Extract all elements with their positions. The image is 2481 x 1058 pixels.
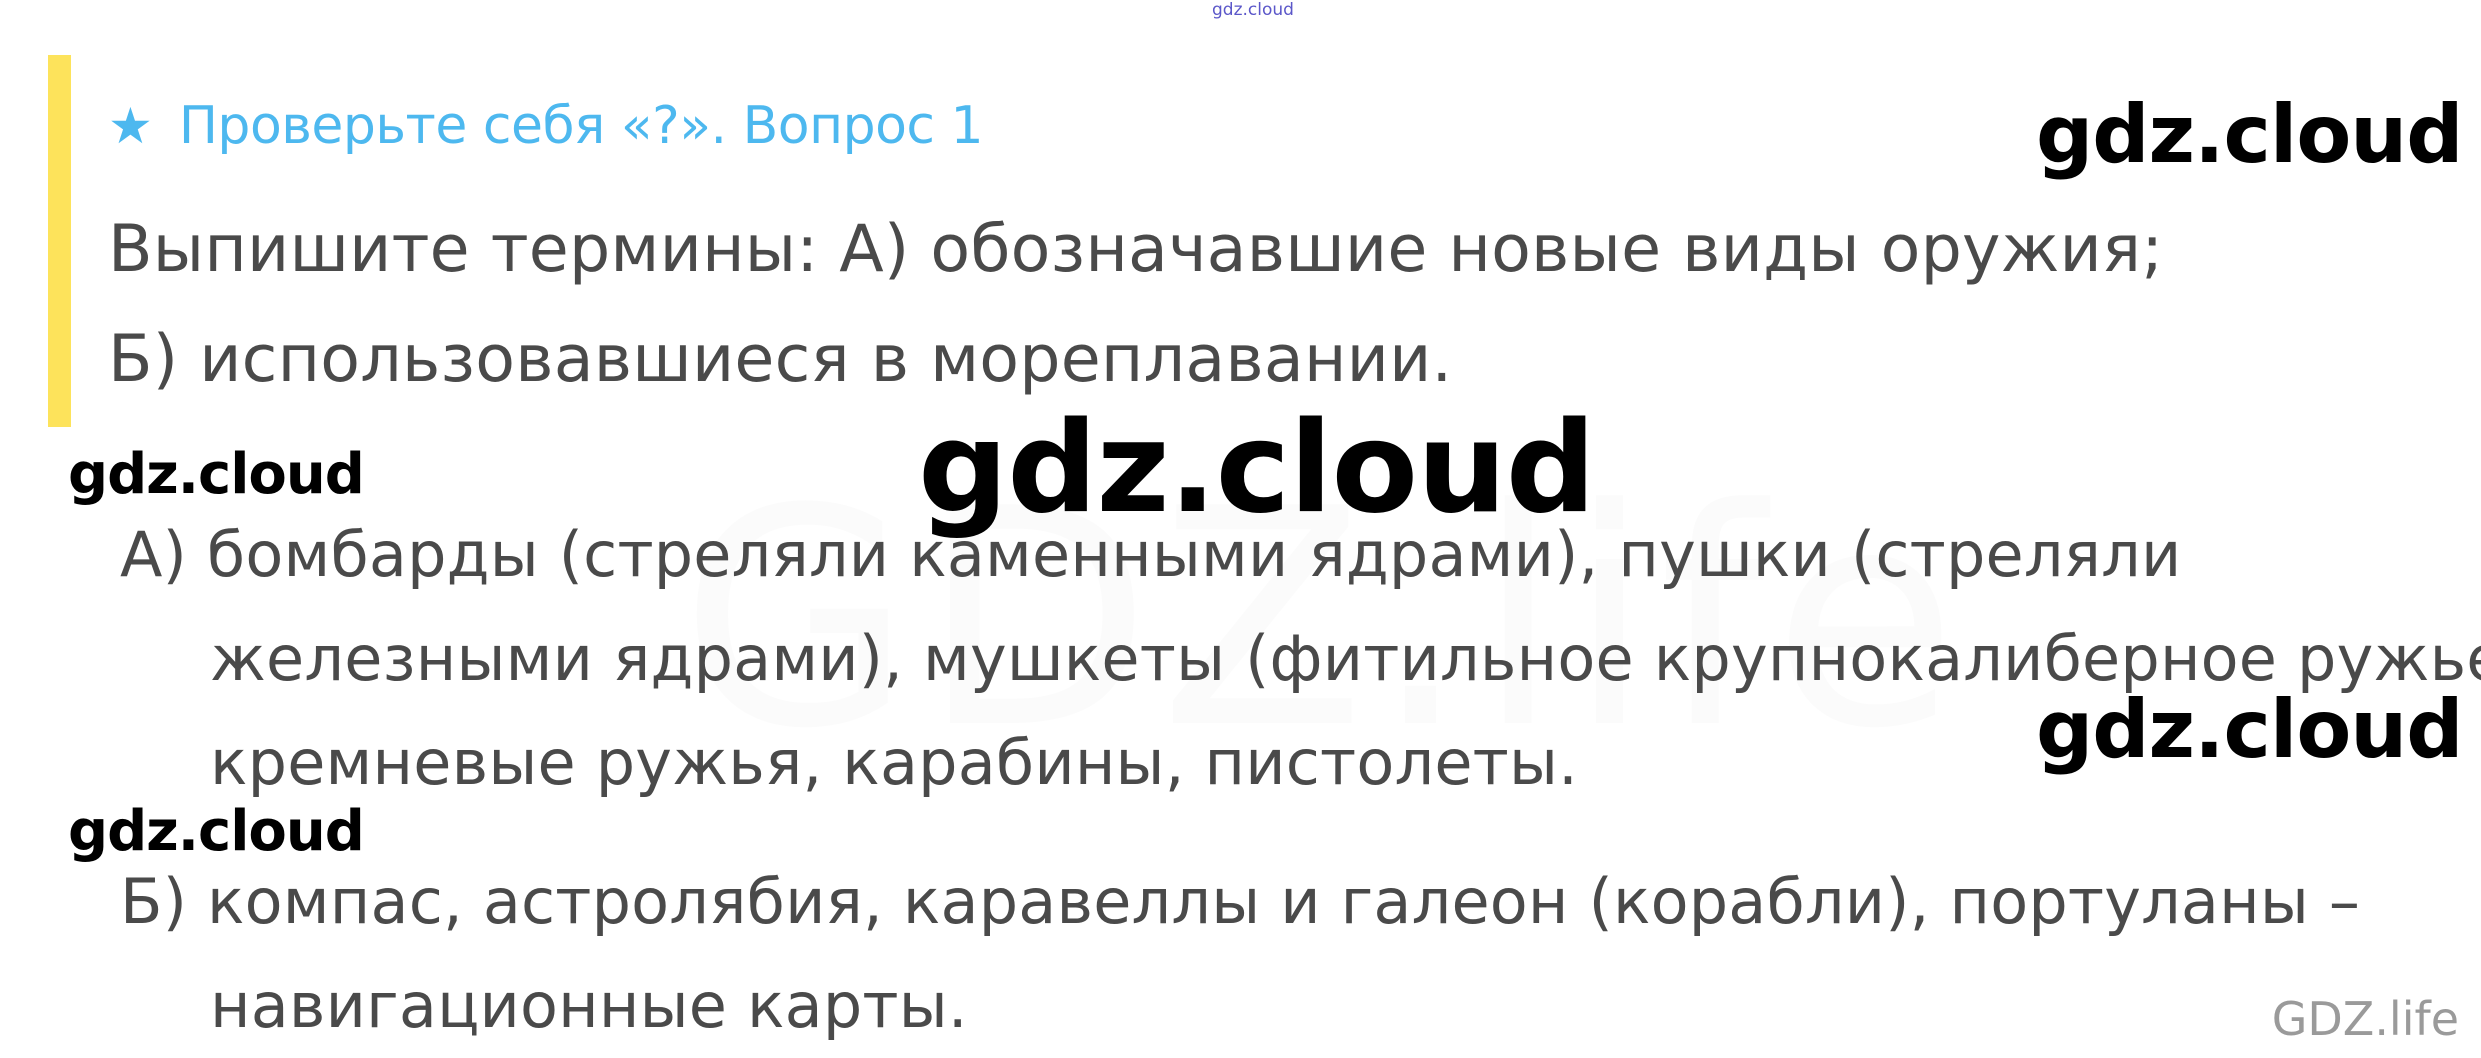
question-title: Проверьте себя «?». Вопрос 1 — [178, 96, 984, 156]
watermark-left-upper: gdz.cloud — [68, 442, 365, 507]
watermark-large: gdz.cloud — [918, 394, 1596, 541]
footer-watermark: GDZ.life — [2271, 992, 2459, 1046]
watermark-right-middle: gdz.cloud — [2036, 683, 2464, 776]
answer-line: Б) компас, астролябия, каравеллы и галео… — [120, 865, 2361, 938]
top-watermark: gdz.cloud — [1212, 0, 1294, 20]
question-line: Выпишите термины: А) обозначавшие новые … — [108, 212, 2164, 287]
watermark-left-lower: gdz.cloud — [68, 799, 365, 864]
watermark-right-top: gdz.cloud — [2036, 88, 2464, 181]
answer-part-b: Б) компас, астролябия, каравеллы и галео… — [120, 850, 2460, 1058]
question-text: Выпишите термины: А) обозначавшие новые … — [108, 195, 2468, 415]
question-header: ★ Проверьте себя «?». Вопрос 1 — [108, 91, 984, 161]
answer-line: навигационные карты. — [210, 969, 968, 1042]
star-icon: ★ — [108, 97, 153, 155]
question-accent-bar — [48, 55, 71, 427]
